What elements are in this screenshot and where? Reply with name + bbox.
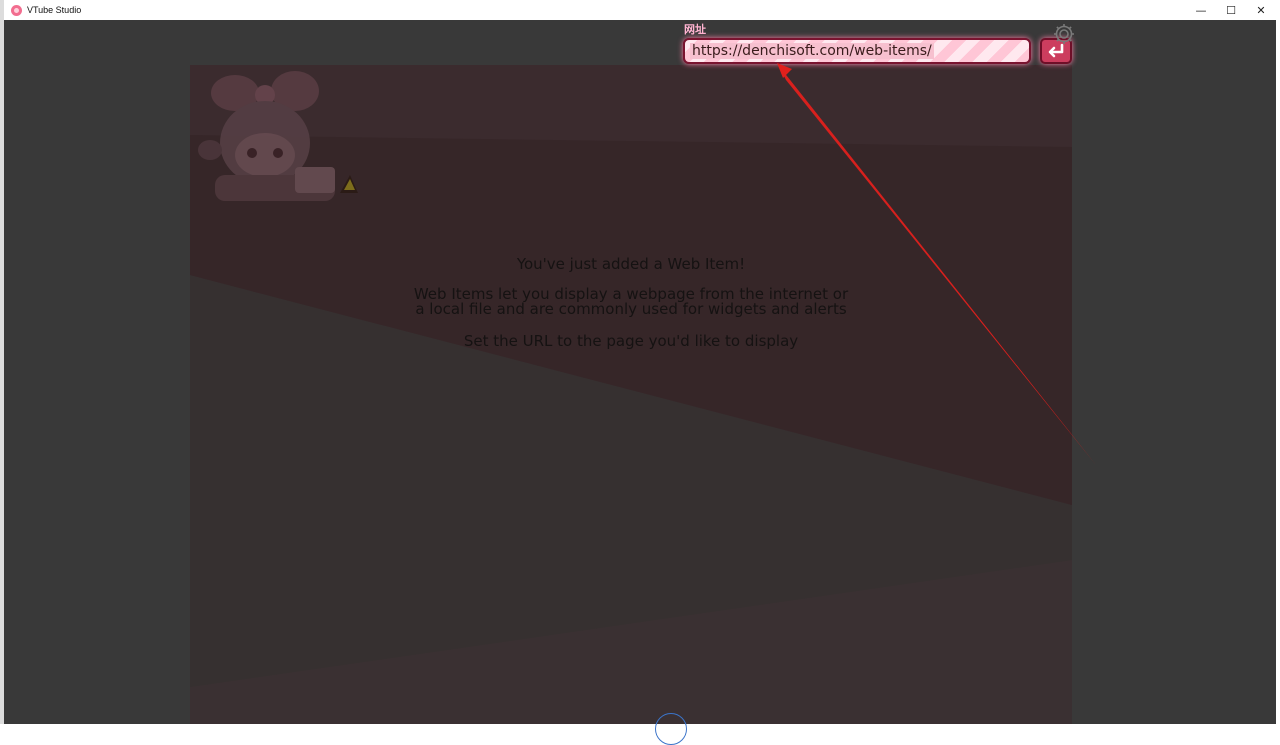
mascot-illustration [198, 71, 358, 201]
web-item-description: Web Items let you display a webpage from… [190, 287, 1072, 317]
maximize-button[interactable]: ☐ [1216, 0, 1246, 20]
web-item-heading: You've just added a Web Item! [516, 255, 746, 273]
url-input-value[interactable]: https://denchisoft.com/web-items/ [690, 43, 934, 59]
web-item-panel: You've just added a Web Item! Web Items … [190, 65, 1072, 724]
web-item-instruction: Set the URL to the page you'd like to di… [463, 332, 799, 350]
close-button[interactable]: ✕ [1246, 0, 1276, 20]
window-controls: — ☐ ✕ [1186, 0, 1276, 20]
window-title: VTube Studio [27, 5, 82, 15]
gear-icon[interactable] [1052, 22, 1076, 46]
url-label: 网址 [684, 23, 706, 36]
window-titlebar: VTube Studio — ☐ ✕ [4, 0, 1276, 21]
url-input[interactable]: https://denchisoft.com/web-items/ [683, 38, 1031, 64]
app-canvas: You've just added a Web Item! Web Items … [4, 20, 1276, 724]
vtube-studio-app-icon [11, 4, 22, 16]
window-bottom-edge [0, 724, 1280, 729]
minimize-button[interactable]: — [1186, 0, 1216, 20]
web-item-description-line2: a local file and are commonly used for w… [415, 300, 847, 318]
taskbar-indicator [655, 713, 687, 745]
